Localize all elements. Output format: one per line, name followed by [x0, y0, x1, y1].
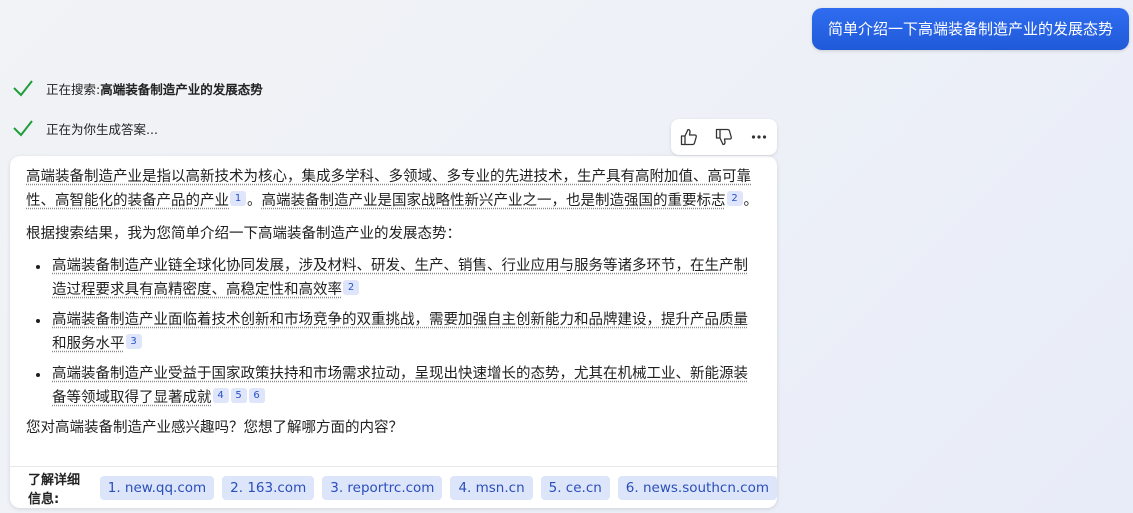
list-item: 高端装备制造产业面临着技术创新和市场竞争的双重挑战，需要加强自主创新能力和品牌建…	[50, 308, 761, 356]
citation-badge[interactable]: 2	[726, 191, 743, 206]
checkmark-icon	[13, 120, 33, 137]
user-query-bubble: 简单介绍一下高端装备制造产业的发展态势	[811, 8, 1129, 50]
more-icon[interactable]	[747, 125, 771, 149]
answer-bullet-list: 高端装备制造产业链全球化协同发展，涉及材料、研发、生产、销售、行业应用与服务等诸…	[26, 254, 761, 410]
punctuation: 。	[743, 193, 759, 209]
status-searching-term: 高端装备制造产业的发展态势	[100, 81, 263, 97]
message-actions-bar	[671, 119, 777, 155]
citation-badge[interactable]: 4	[212, 388, 229, 403]
thumbs-down-icon[interactable]	[712, 125, 736, 149]
status-searching: 正在搜索: 高端装备制造产业的发展态势	[12, 77, 263, 99]
punctuation: 。	[247, 193, 262, 209]
source-link[interactable]: 1. new.qq.com	[99, 475, 215, 500]
source-link[interactable]: 4. msn.cn	[450, 475, 533, 500]
learn-more-label: 了解详细信息:	[28, 472, 81, 507]
answer-paragraph: 高端装备制造产业是指以高新技术为核心，集成多学科、多领域、多专业的先进技术，生产…	[26, 165, 761, 213]
citation-badge[interactable]: 2	[343, 280, 359, 295]
citation-badge[interactable]: 3	[125, 334, 142, 349]
source-link[interactable]: 6. news.southcn.com	[617, 475, 777, 500]
citation-badge[interactable]: 5	[230, 388, 247, 403]
bullet-text: 高端装备制造产业受益于国家政策扶持和市场需求拉动，呈现出快速增长的态势，尤其在机…	[52, 366, 748, 406]
learn-more-footer: 了解详细信息: 1. new.qq.com 2. 163.com 3. repo…	[10, 466, 777, 508]
bullet-text: 高端装备制造产业面临着技术创新和市场竞争的双重挑战，需要加强自主创新能力和品牌建…	[52, 312, 748, 352]
thumbs-up-icon[interactable]	[677, 125, 701, 149]
citation-badge[interactable]: 1	[230, 191, 246, 206]
bullet-text: 高端装备制造产业链全球化协同发展，涉及材料、研发、生产、销售、行业应用与服务等诸…	[52, 258, 748, 298]
status-searching-prefix: 正在搜索:	[46, 81, 101, 97]
source-link[interactable]: 5. ce.cn	[540, 475, 610, 500]
source-link[interactable]: 3. reportrc.com	[322, 475, 443, 500]
status-generating-text: 正在为你生成答案...	[46, 121, 158, 137]
status-generating: 正在为你生成答案...	[12, 117, 158, 139]
checkmark-icon	[13, 80, 33, 97]
follow-up-question: 您对高端装备制造产业感兴趣吗？您想了解哪方面的内容？	[26, 420, 403, 436]
answer-card: 高端装备制造产业是指以高新技术为核心，集成多学科、多领域、多专业的先进技术，生产…	[10, 156, 777, 508]
list-item: 高端装备制造产业受益于国家政策扶持和市场需求拉动，呈现出快速增长的态势，尤其在机…	[50, 362, 761, 410]
answer-sentence: 高端装备制造产业是国家战略性新兴产业之一，也是制造强国的重要标志	[261, 193, 726, 209]
source-link[interactable]: 2. 163.com	[222, 475, 315, 500]
citation-badge[interactable]: 6	[248, 388, 265, 403]
answer-intro: 根据搜索结果，我为您简单介绍一下高端装备制造产业的发展态势：	[26, 226, 461, 242]
list-item: 高端装备制造产业链全球化协同发展，涉及材料、研发、生产、销售、行业应用与服务等诸…	[50, 254, 761, 302]
